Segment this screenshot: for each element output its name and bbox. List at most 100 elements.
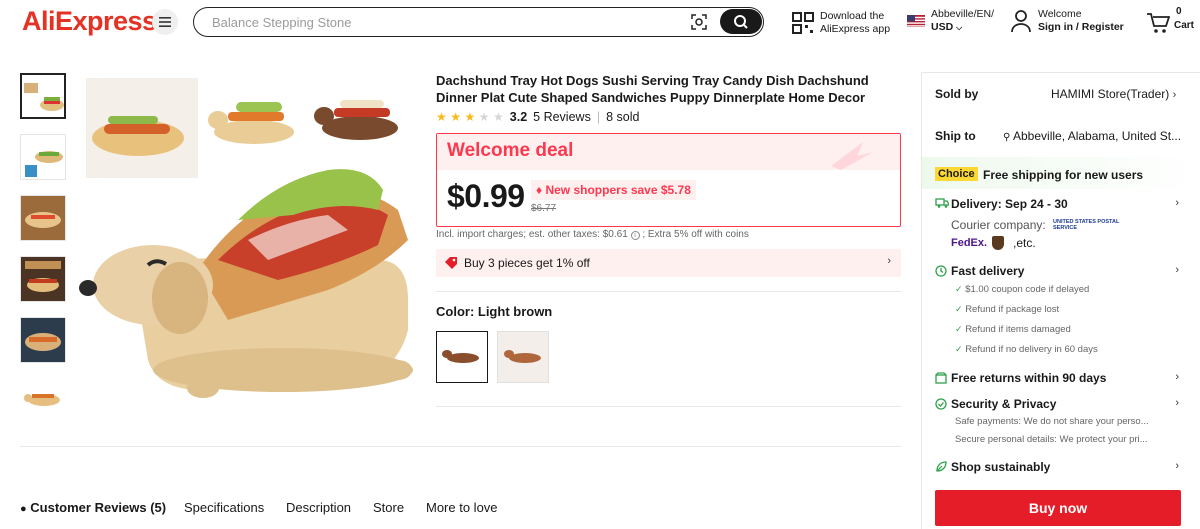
deal-header: Welcome deal bbox=[437, 134, 900, 170]
cart-button[interactable]: 0 Cart bbox=[1146, 6, 1200, 36]
new-shopper-save-badge: ♦ New shoppers save $5.78 bbox=[531, 180, 696, 200]
product-thumbnail-image bbox=[21, 318, 65, 362]
thumbnail-2[interactable] bbox=[20, 134, 66, 180]
fast-item: Refund if no delivery in 60 days bbox=[965, 344, 1098, 355]
fast-delivery-title: Fast delivery bbox=[951, 264, 1025, 278]
security-privacy-section[interactable]: Security & Privacy › Safe payments: We d… bbox=[935, 397, 1181, 449]
tab-customer-reviews[interactable]: ● Customer Reviews (5) bbox=[20, 500, 166, 515]
product-thumbnail-image bbox=[21, 196, 65, 240]
security-item: Secure personal details: We protect your… bbox=[955, 434, 1148, 445]
thumbnail-5[interactable] bbox=[20, 317, 66, 363]
cart-count: 0 bbox=[1176, 6, 1182, 17]
tab-label: Customer Reviews (5) bbox=[30, 500, 167, 515]
thumbnail-3[interactable] bbox=[20, 195, 66, 241]
product-thumbnail-image bbox=[21, 135, 65, 179]
free-returns-row[interactable]: Free returns within 90 days › bbox=[935, 371, 1181, 387]
star-filled-icon: ★ bbox=[464, 110, 476, 124]
deal-decoration-icon bbox=[831, 142, 873, 170]
region-selector[interactable]: Abbeville/EN/ USD ⌵ bbox=[907, 8, 1002, 36]
fast-item: Refund if package lost bbox=[965, 304, 1060, 315]
product-thumbnail-image bbox=[20, 378, 64, 410]
location-pin-icon: ● bbox=[20, 503, 27, 515]
usps-logo: UNITED STATES POSTAL SERVICE bbox=[1053, 219, 1131, 231]
delivery-date: Delivery: Sep 24 - 30 bbox=[951, 197, 1068, 211]
fast-delivery-section[interactable]: Fast delivery › ✓ $1.00 coupon code if d… bbox=[935, 264, 1181, 360]
info-icon[interactable]: i bbox=[630, 231, 640, 240]
security-title: Security & Privacy bbox=[951, 397, 1057, 411]
free-returns-text: Free returns within 90 days bbox=[951, 371, 1107, 385]
star-empty-icon: ★ bbox=[478, 110, 490, 124]
choice-text: Free shipping for new users bbox=[983, 168, 1144, 182]
chevron-right-icon: › bbox=[1175, 460, 1179, 472]
user-icon bbox=[1011, 10, 1031, 33]
ups-logo bbox=[992, 236, 1004, 250]
rating-value: 3.2 bbox=[509, 110, 528, 124]
product-title: Dachshund Tray Hot Dogs Sushi Serving Tr… bbox=[436, 73, 869, 105]
menu-button[interactable] bbox=[152, 9, 178, 35]
star-empty-icon: ★ bbox=[493, 110, 504, 124]
star-rating[interactable]: ★ ★ ★ ★ ★ bbox=[436, 110, 504, 124]
search-button[interactable] bbox=[720, 9, 762, 34]
sign-in-link[interactable]: Sign in / Register bbox=[1038, 21, 1124, 34]
fast-item: $1.00 coupon code if delayed bbox=[965, 284, 1090, 295]
fedex-text: FedEx. bbox=[951, 237, 988, 249]
usps-text: UNITED STATES POSTAL SERVICE bbox=[1053, 219, 1120, 231]
separator: | bbox=[596, 110, 601, 124]
chevron-right-icon: › bbox=[1175, 371, 1179, 383]
search-input[interactable] bbox=[212, 13, 682, 31]
chevron-right-icon: › bbox=[1175, 264, 1179, 276]
buy-now-button[interactable]: Buy now bbox=[935, 490, 1181, 526]
choice-badge: Choice bbox=[935, 167, 978, 181]
location-pin-icon: ⚲ bbox=[1003, 132, 1011, 143]
reviews-link[interactable]: 5 Reviews bbox=[533, 110, 591, 124]
delivery-info[interactable]: Delivery: Sep 24 - 30 › Courier company:… bbox=[935, 197, 1181, 255]
bulk-promo-banner[interactable]: Buy 3 pieces get 1% off › bbox=[436, 249, 901, 277]
tab-specifications[interactable]: Specifications bbox=[184, 500, 264, 515]
main-product-image[interactable] bbox=[78, 70, 418, 410]
thumbnail-1[interactable] bbox=[20, 73, 66, 119]
courier-label: Courier company: bbox=[951, 218, 1046, 232]
store-link[interactable]: HAMIMI Store(Trader) › bbox=[1051, 87, 1176, 101]
chevron-down-icon: ⌵ bbox=[956, 23, 963, 32]
clock-icon bbox=[935, 265, 947, 277]
chevron-right-icon: › bbox=[1175, 197, 1179, 209]
star-filled-icon: ★ bbox=[450, 110, 462, 124]
store-name: HAMIMI Store(Trader) bbox=[1051, 87, 1170, 101]
sustain-text: Shop sustainably bbox=[951, 460, 1051, 474]
swatch-image bbox=[437, 332, 486, 381]
hamburger-icon bbox=[159, 17, 171, 27]
image-search-icon[interactable] bbox=[690, 13, 708, 31]
product-thumbnail-image bbox=[21, 257, 65, 301]
account-menu[interactable]: Welcome Sign in / Register bbox=[1010, 8, 1130, 36]
truck-icon bbox=[935, 198, 949, 208]
qr-code-icon bbox=[792, 12, 814, 34]
color-label: Color: Light brown bbox=[436, 304, 553, 319]
thumbnail-6[interactable] bbox=[20, 378, 66, 410]
currency-label: USD bbox=[931, 21, 954, 33]
shield-check-icon bbox=[935, 398, 947, 410]
sold-by-label: Sold by bbox=[935, 87, 979, 101]
aliexpress-logo[interactable]: AliExpress bbox=[22, 6, 157, 37]
coupon-tag-icon bbox=[445, 257, 457, 269]
security-item: Safe payments: We do not share your pers… bbox=[955, 416, 1149, 427]
check-icon: ✓ bbox=[955, 304, 963, 314]
sale-price: $0.99 bbox=[447, 178, 525, 214]
ship-to-selector[interactable]: ⚲ Abbeville, Alabama, United St... bbox=[1003, 129, 1183, 143]
cart-icon bbox=[1147, 13, 1170, 33]
chevron-right-icon: › bbox=[1172, 89, 1177, 101]
divider bbox=[436, 291, 901, 292]
tab-store[interactable]: Store bbox=[373, 500, 404, 515]
divider bbox=[436, 406, 901, 407]
divider bbox=[20, 446, 901, 447]
color-swatch-light-brown[interactable] bbox=[436, 331, 488, 383]
color-swatch-dark-brown[interactable] bbox=[497, 331, 549, 383]
tab-description[interactable]: Description bbox=[286, 500, 351, 515]
search-icon bbox=[734, 14, 748, 29]
shop-sustainably-row[interactable]: Shop sustainably › bbox=[935, 460, 1181, 476]
returns-box-icon bbox=[935, 372, 947, 384]
original-price: $6.77 bbox=[531, 203, 557, 214]
download-line2: AliExpress app bbox=[820, 23, 891, 35]
tab-more-to-love[interactable]: More to love bbox=[426, 500, 498, 515]
thumbnail-4[interactable] bbox=[20, 256, 66, 302]
tax-line: Incl. import charges; est. other taxes: … bbox=[436, 229, 749, 240]
